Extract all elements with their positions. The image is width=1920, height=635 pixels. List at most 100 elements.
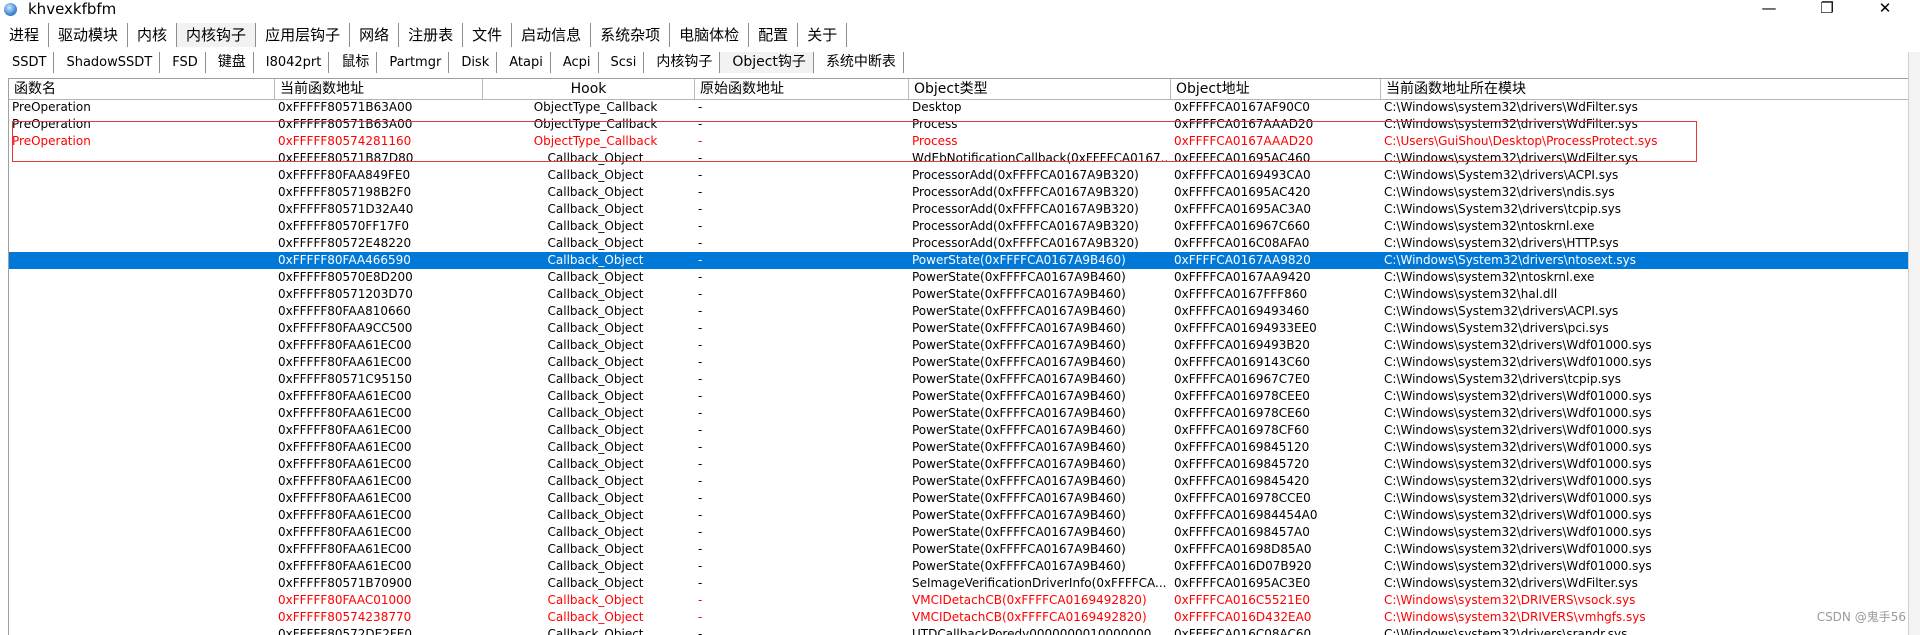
sub-tab[interactable]: 内核钩子	[644, 52, 721, 73]
table-cell: C:\Windows\system32\drivers\Wdf01000.sys	[1384, 457, 1652, 471]
main-tab[interactable]: 关于	[798, 23, 848, 47]
sub-tab[interactable]: 系统中断表	[814, 52, 904, 73]
table-cell: PreOperation	[12, 100, 91, 114]
table-cell: 0xFFFFCA0169845420	[1174, 474, 1310, 488]
table-cell: 0xFFFFCA0167AF90C0	[1174, 100, 1310, 114]
table-cell: 0xFFFFF80FAA849FE0	[278, 168, 411, 182]
table-cell: C:\Windows\system32\drivers\Wdf01000.sys	[1384, 525, 1652, 539]
table-cell: -	[698, 253, 703, 267]
table-row[interactable]: 0xFFFFF80FAA61EC00 Callback_Object - PowerS…	[9, 507, 1909, 524]
table-cell	[9, 184, 271, 201]
table-cell: PowerState(0xFFFFCA0167A9B460)	[912, 542, 1126, 556]
table-row[interactable]: PreOperation 0xFFFFF80571B63A00 ObjectType…	[9, 116, 1909, 133]
main-tab[interactable]: 内核	[128, 23, 178, 47]
table-cell	[9, 286, 271, 303]
table-row[interactable]: PreOperation 0xFFFFF80571B63A00 ObjectType…	[9, 99, 1909, 116]
table-cell: -	[698, 236, 703, 250]
table-row[interactable]: 0xFFFFF80FAA61EC00 Callback_Object - PowerS…	[9, 490, 1909, 507]
main-tab[interactable]: 配置	[749, 23, 799, 47]
table-row[interactable]: 0xFFFFF80FAA61EC00 Callback_Object - PowerS…	[9, 524, 1909, 541]
table-row[interactable]: 0xFFFFF80572DE2FE0 Callback_Object - UTDCal…	[9, 626, 1909, 635]
table-cell: Callback_Object	[547, 372, 644, 386]
table-cell: -	[698, 423, 703, 437]
sub-tab[interactable]: I8042prt	[254, 52, 330, 73]
table-row[interactable]: 0xFFFFF80570E8D200 Callback_Object - PowerS…	[9, 269, 1909, 286]
sub-tab[interactable]: 键盘	[206, 52, 254, 73]
main-tab[interactable]: 注册表	[399, 23, 464, 47]
table-cell: PowerState(0xFFFFCA0167A9B460)	[912, 559, 1126, 573]
table-cell: PowerState(0xFFFFCA0167A9B460)	[912, 525, 1126, 539]
sub-tab[interactable]: Object钩子	[720, 52, 814, 73]
table-row[interactable]: 0xFFFFF80FAA61EC00 Callback_Object - PowerS…	[9, 337, 1909, 354]
table-row[interactable]: 0xFFFFF80FAA466590 Callback_Object - PowerS…	[9, 252, 1909, 269]
table-cell: 0xFFFFCA0167AA9420	[1174, 270, 1311, 284]
sub-tab[interactable]: Disk	[449, 52, 498, 73]
table-row[interactable]: 0xFFFFF8057198B2F0 Callback_Object - Proces…	[9, 184, 1909, 201]
column-header[interactable]: 当前函数地址所在模块	[1381, 79, 1909, 99]
table-row[interactable]: 0xFFFFF80FAAC01000 Callback_Object - VMCIDe…	[9, 592, 1909, 609]
table-row[interactable]: 0xFFFFF80FAA61EC00 Callback_Object - PowerS…	[9, 354, 1909, 371]
table-cell: C:\Windows\System32\drivers\ntosext.sys	[1384, 253, 1637, 267]
main-tab[interactable]: 进程	[0, 23, 50, 47]
table-row[interactable]: 0xFFFFF80572E48220 Callback_Object - Proces…	[9, 235, 1909, 252]
table-row[interactable]: 0xFFFFF80FAA849FE0 Callback_Object - Proces…	[9, 167, 1909, 184]
sub-tab[interactable]: Scsi	[599, 52, 645, 73]
table-cell: Callback_Object	[547, 525, 644, 539]
table-cell: VMCIDetachCB(0xFFFFCA0169492820)	[912, 610, 1147, 624]
restore-button[interactable]: ❐	[1804, 0, 1850, 19]
table-row[interactable]: 0xFFFFF80571203D70 Callback_Object - PowerS…	[9, 286, 1909, 303]
sub-tab[interactable]: FSD	[160, 52, 206, 73]
main-tab[interactable]: 应用层钩子	[256, 23, 351, 47]
table-row[interactable]: 0xFFFFF80FAA61EC00 Callback_Object - PowerS…	[9, 473, 1909, 490]
table-cell	[9, 354, 271, 371]
sub-tab[interactable]: SSDT	[0, 52, 55, 73]
table-row[interactable]: 0xFFFFF80FAA61EC00 Callback_Object - PowerS…	[9, 388, 1909, 405]
column-header[interactable]: 原始函数地址	[695, 79, 909, 99]
column-header[interactable]: 当前函数地址	[275, 79, 483, 99]
table-row[interactable]: 0xFFFFF80FAA61EC00 Callback_Object - PowerS…	[9, 558, 1909, 575]
table-cell: PowerState(0xFFFFCA0167A9B460)	[912, 304, 1126, 318]
table-row[interactable]: 0xFFFFF80FAA61EC00 Callback_Object - PowerS…	[9, 405, 1909, 422]
sub-tab[interactable]: ShadowSSDT	[54, 52, 161, 73]
table-row[interactable]: 0xFFFFF80574238770 Callback_Object - VMCIDe…	[9, 609, 1909, 626]
main-tab[interactable]: 网络	[350, 23, 400, 47]
table-row[interactable]: 0xFFFFF80571C95150 Callback_Object - PowerS…	[9, 371, 1909, 388]
main-tab[interactable]: 文件	[463, 23, 513, 47]
sub-tab[interactable]: Atapi	[497, 52, 551, 73]
table-cell	[9, 337, 271, 354]
main-tab[interactable]: 内核钩子	[177, 23, 257, 47]
table-row[interactable]: 0xFFFFF80FAA61EC00 Callback_Object - PowerS…	[9, 422, 1909, 439]
table-row[interactable]: 0xFFFFF80FAA61EC00 Callback_Object - PowerS…	[9, 541, 1909, 558]
table-cell: Callback_Object	[547, 542, 644, 556]
table-row[interactable]: PreOperation 0xFFFFF80574281160 ObjectType…	[9, 133, 1909, 150]
table-row[interactable]: 0xFFFFF80FAA61EC00 Callback_Object - PowerS…	[9, 439, 1909, 456]
table-cell: 0xFFFFCA0169493CA0	[1174, 168, 1311, 182]
main-tab[interactable]: 驱动模块	[49, 23, 129, 47]
table-row[interactable]: 0xFFFFF80570FF17F0 Callback_Object - Proces…	[9, 218, 1909, 235]
table-row[interactable]: 0xFFFFF80571D32A40 Callback_Object - Proces…	[9, 201, 1909, 218]
table-cell: 0xFFFFF80FAA61EC00	[278, 440, 412, 454]
table-cell: PowerState(0xFFFFCA0167A9B460)	[912, 355, 1126, 369]
table-row[interactable]: 0xFFFFF80FAA61EC00 Callback_Object - PowerS…	[9, 456, 1909, 473]
column-header[interactable]: Hook	[483, 79, 695, 99]
table-cell: 0xFFFFF80571203D70	[278, 287, 413, 301]
table-row[interactable]: 0xFFFFF80571B70900 Callback_Object - SeImag…	[9, 575, 1909, 592]
table-cell: 0xFFFFCA0169845720	[1174, 457, 1310, 471]
sub-tab[interactable]: 鼠标	[329, 52, 378, 73]
table-row[interactable]: 0xFFFFF80FAA9CC500 Callback_Object - PowerS…	[9, 320, 1909, 337]
table-cell: 0xFFFFF8057198B2F0	[278, 185, 412, 199]
main-tab[interactable]: 启动信息	[512, 23, 592, 47]
column-header[interactable]: Object类型	[909, 79, 1171, 99]
column-header[interactable]: Object地址	[1171, 79, 1381, 99]
sub-tab[interactable]: Acpi	[551, 52, 599, 73]
sub-tab[interactable]: Partmgr	[377, 52, 450, 73]
close-button[interactable]: ✕	[1862, 0, 1908, 19]
main-tab[interactable]: 系统杂项	[591, 23, 671, 47]
vertical-scrollbar[interactable]	[1908, 52, 1920, 635]
table-row[interactable]: 0xFFFFF80FAA810660 Callback_Object - PowerS…	[9, 303, 1909, 320]
main-tab[interactable]: 电脑体检	[670, 23, 750, 47]
table-cell: 0xFFFFF80FAA61EC00	[278, 559, 412, 573]
column-header[interactable]: 函数名	[9, 79, 275, 99]
table-row[interactable]: 0xFFFFF80571B87D80 Callback_Object - WdEbNo…	[9, 150, 1909, 167]
minimize-button[interactable]: —	[1746, 0, 1792, 19]
